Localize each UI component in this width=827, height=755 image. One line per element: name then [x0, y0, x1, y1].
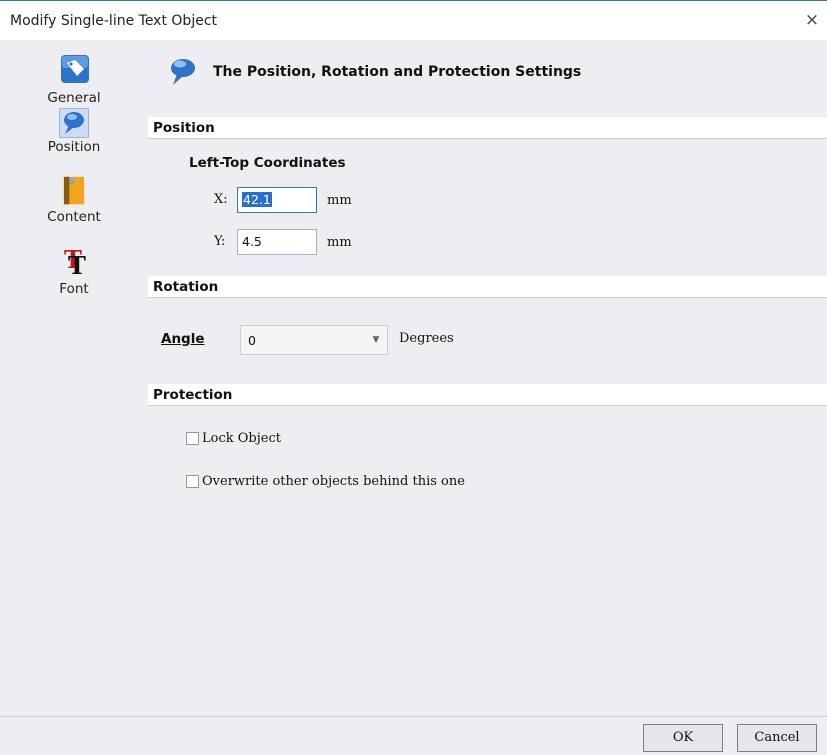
sidebar-item-label: General [47, 90, 101, 106]
x-label: X: [214, 192, 228, 207]
x-coordinate-value: 42.1 [242, 192, 272, 207]
angle-dropdown[interactable]: 0 ▼ [240, 325, 388, 355]
close-icon[interactable]: × [803, 11, 821, 29]
title-bar: Modify Single-line Text Object × [0, 0, 827, 40]
section-header-protection: Protection [148, 384, 827, 406]
svg-text:T: T [68, 251, 86, 280]
sidebar-item-content[interactable]: Content [34, 175, 114, 225]
window-title: Modify Single-line Text Object [10, 13, 218, 29]
sidebar-item-label: Content [47, 209, 101, 225]
sidebar-item-position[interactable]: Position [34, 108, 114, 155]
section-header-position: Position [148, 117, 827, 139]
y-label: Y: [214, 234, 226, 249]
section-title: Position [153, 120, 215, 136]
pin-icon [64, 112, 84, 134]
angle-value: 0 [248, 333, 256, 348]
sidebar-item-label: Font [59, 281, 89, 297]
tag-icon [61, 55, 89, 83]
y-unit: mm [327, 235, 352, 250]
section-title: Protection [153, 387, 233, 403]
y-coordinate-input[interactable]: 4.5 [237, 229, 317, 255]
section-title: Rotation [153, 279, 219, 295]
angle-label: Angle [161, 331, 205, 347]
x-coordinate-input[interactable]: 42.1 [237, 187, 317, 213]
checkbox-box[interactable] [186, 432, 199, 445]
lock-object-checkbox[interactable]: Lock Object [186, 431, 281, 446]
checkbox-box[interactable] [186, 475, 199, 488]
lock-object-label: Lock Object [202, 431, 281, 446]
x-unit: mm [327, 193, 352, 208]
page-title: The Position, Rotation and Protection Se… [213, 64, 582, 80]
cancel-button[interactable]: Cancel [737, 724, 817, 752]
pin-icon [171, 59, 195, 85]
overwrite-objects-label: Overwrite other objects behind this one [202, 474, 465, 489]
ok-button[interactable]: OK [643, 724, 723, 752]
sidebar: General Position Content T T Font [0, 40, 140, 660]
angle-label-text: Angle [161, 331, 205, 347]
book-icon [63, 176, 85, 205]
section-header-rotation: Rotation [148, 276, 827, 298]
cancel-button-label: Cancel [754, 730, 800, 745]
coordinates-subheading: Left-Top Coordinates [189, 155, 346, 171]
ok-button-label: OK [672, 730, 694, 745]
chevron-down-icon[interactable]: ▼ [365, 326, 387, 354]
sidebar-item-label: Position [47, 139, 101, 155]
font-tt-icon: T T [64, 245, 86, 280]
footer-divider [0, 716, 827, 717]
angle-unit: Degrees [399, 331, 454, 346]
sidebar-item-font[interactable]: T T Font [34, 240, 114, 297]
sidebar-item-general[interactable]: General [34, 53, 114, 106]
y-coordinate-value: 4.5 [242, 234, 262, 249]
overwrite-objects-checkbox[interactable]: Overwrite other objects behind this one [186, 474, 465, 489]
selection-highlight [59, 108, 89, 138]
